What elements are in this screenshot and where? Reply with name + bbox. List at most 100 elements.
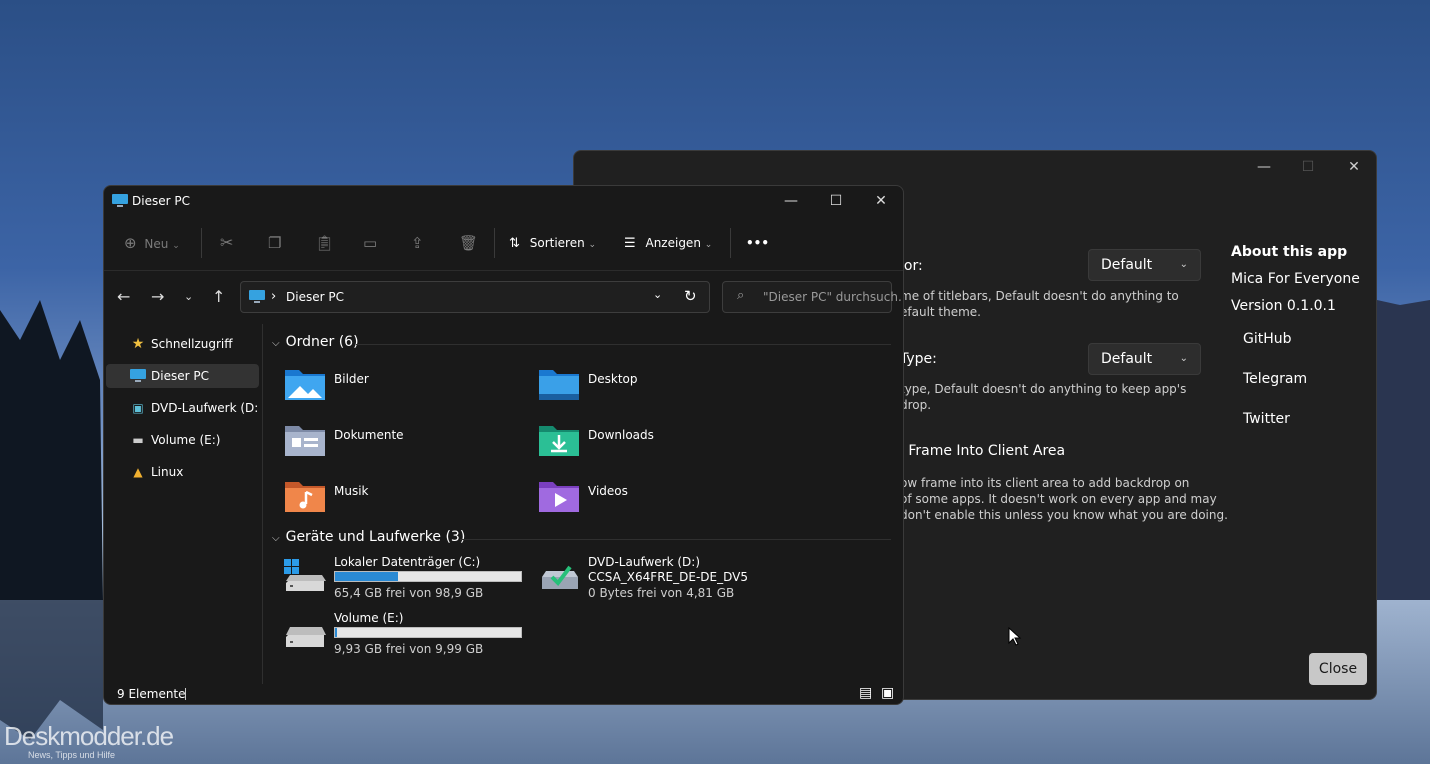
mouse-cursor-icon (1008, 627, 1022, 646)
cut-button[interactable]: ✂ (220, 230, 233, 256)
sidebar-item-label: Schnellzugriff (151, 337, 233, 351)
window-title: Dieser PC (132, 194, 190, 208)
github-link[interactable]: GitHub (1243, 331, 1292, 347)
sort-button[interactable]: ⇅ Sortieren ⌄ (509, 230, 596, 256)
group-header-folders[interactable]: ⌵ Ordner (6) (272, 334, 359, 350)
group-header-drives[interactable]: ⌵ Geräte und Laufwerke (3) (272, 529, 465, 545)
titlebar-color-dropdown[interactable]: Default ⌄ (1088, 249, 1201, 281)
new-button[interactable]: ⊕ Neu ⌄ (124, 230, 180, 256)
folder-item-videos[interactable]: Videos (538, 478, 778, 518)
folder-label: Downloads (588, 428, 654, 442)
sidebar-item-label: DVD-Laufwerk (D:) C (151, 401, 259, 415)
chevron-down-icon: ⌄ (172, 241, 180, 251)
folder-item-downloads[interactable]: Downloads (538, 422, 778, 462)
breadcrumb-item[interactable]: Dieser PC (286, 290, 344, 304)
view-list-icon: ☰ (624, 236, 636, 251)
computer-icon (249, 290, 265, 303)
watermark-site: Deskmodder.de (4, 721, 174, 751)
more-button[interactable]: ••• (746, 230, 769, 256)
file-list-pane: ⌵ Ordner (6) Bilder Desktop Dokumente Do… (264, 324, 900, 684)
twitter-link[interactable]: Twitter (1243, 411, 1290, 427)
sidebar-item-this-pc[interactable]: Dieser PC (106, 364, 259, 388)
close-window-button[interactable]: ✕ (858, 188, 903, 214)
backdrop-type-label: Type: (900, 351, 937, 367)
folder-item-desktop[interactable]: Desktop (538, 366, 778, 406)
group-title: Ordner (6) (285, 334, 359, 350)
sidebar-item-volume-e[interactable]: ▬ Volume (E:) (106, 428, 259, 452)
group-divider (356, 344, 891, 345)
new-label: Neu (144, 237, 169, 251)
drive-item-e[interactable]: Volume (E:) 9,93 GB frei von 9,99 GB (284, 611, 524, 659)
address-bar[interactable]: › Dieser PC ⌄ ↻ (240, 281, 710, 313)
group-divider (460, 539, 891, 540)
folder-label: Videos (588, 484, 628, 498)
search-box[interactable]: ⌕ "Dieser PC" durchsuch... (722, 281, 903, 313)
computer-icon (130, 364, 146, 388)
copy-icon: ❐ (268, 234, 282, 252)
watermark-tagline: News, Tipps und Hilfe (28, 750, 116, 760)
system-drive-icon (284, 559, 326, 591)
back-arrow-icon[interactable]: ← (117, 287, 130, 306)
drive-usage-fill (335, 572, 399, 581)
desc-line: ow frame into its client area to add bac… (900, 476, 1190, 490)
mica-minimize-button[interactable]: — (1242, 155, 1286, 179)
close-button[interactable]: Close (1309, 653, 1367, 685)
app-version: Version 0.1.0.1 (1231, 298, 1336, 314)
sort-arrows-icon: ⇅ (509, 236, 520, 251)
rename-icon: ▭ (363, 234, 378, 252)
desc-line: me of titlebars, Default doesn't do anyt… (900, 289, 1179, 303)
recent-chevron-icon[interactable]: ⌄ (184, 290, 193, 303)
explorer-titlebar[interactable]: Dieser PC — ☐ ✕ (104, 186, 903, 216)
up-arrow-icon[interactable]: ↑ (212, 287, 225, 306)
share-button[interactable]: ⇪ (411, 230, 424, 256)
sidebar-item-dvd-drive[interactable]: ▣ DVD-Laufwerk (D:) C (106, 396, 259, 420)
desc-line: drop. (900, 398, 932, 412)
forward-arrow-icon[interactable]: → (151, 287, 164, 306)
mica-close-window-button[interactable]: ✕ (1332, 155, 1376, 179)
chevron-down-icon: ⌄ (1179, 259, 1188, 270)
mica-maximize-button[interactable]: ☐ (1286, 155, 1330, 179)
extend-frame-desc: ow frame into its client area to add bac… (900, 475, 1230, 523)
drive-usage-bar (334, 627, 522, 638)
copy-button[interactable]: ❐ (268, 230, 281, 256)
details-view-icon[interactable]: ▤ (859, 685, 872, 701)
folder-label: Desktop (588, 372, 638, 386)
drive-item-c[interactable]: Lokaler Datenträger (C:) 65,4 GB frei vo… (284, 555, 524, 603)
pane-divider (262, 324, 263, 684)
drive-usage-bar (334, 571, 522, 582)
drive-free-space: 0 Bytes frei von 4,81 GB (588, 586, 735, 600)
folder-item-documents[interactable]: Dokumente (284, 422, 524, 462)
dvd-icon: ▣ (132, 401, 144, 415)
minimize-button[interactable]: — (768, 188, 814, 214)
telegram-link[interactable]: Telegram (1243, 371, 1307, 387)
delete-button[interactable]: 🗑︎ (459, 230, 478, 256)
desc-line: don't enable this unless you know what y… (900, 508, 1228, 522)
desc-line: type, Default doesn't do anything to kee… (900, 382, 1187, 396)
folder-item-pictures[interactable]: Bilder (284, 366, 524, 406)
rename-button[interactable]: ▭ (363, 230, 377, 256)
toolbar-separator (730, 228, 731, 258)
navigation-bar: ← → ⌄ ↑ › Dieser PC ⌄ ↻ ⌕ "Dieser PC" du… (104, 270, 903, 321)
maximize-button[interactable]: ☐ (813, 188, 859, 214)
clipboard-icon: 📋︎ (315, 234, 335, 252)
chevron-down-icon[interactable]: ⌄ (653, 288, 662, 301)
watermark: Deskmodder.de News, Tipps und Hilfe (4, 721, 174, 760)
paste-button[interactable]: 📋︎ (315, 230, 334, 256)
chevron-down-icon: ⌄ (1179, 353, 1188, 364)
sidebar-item-linux[interactable]: ▲ Linux (106, 460, 259, 484)
group-title: Geräte und Laufwerke (3) (285, 529, 466, 545)
drive-name: Volume (E:) (334, 611, 404, 625)
drive-icon (286, 627, 326, 647)
tiles-view-icon[interactable]: ▣ (881, 685, 894, 701)
scissors-icon: ✂ (220, 233, 234, 252)
drive-item-d[interactable]: DVD-Laufwerk (D:) CCSA_X64FRE_DE-DE_DV5 … (538, 555, 778, 603)
folder-item-music[interactable]: Musik (284, 478, 524, 518)
view-button[interactable]: ☰ Anzeigen ⌄ (624, 230, 712, 256)
backdrop-type-dropdown[interactable]: Default ⌄ (1088, 343, 1201, 375)
linux-penguin-icon: ▲ (133, 465, 143, 479)
folder-label: Musik (334, 484, 369, 498)
sort-label: Sortieren (529, 236, 585, 250)
refresh-icon[interactable]: ↻ (684, 287, 697, 305)
drive-usage-fill (335, 628, 337, 637)
sidebar-item-quick-access[interactable]: ★ Schnellzugriff (106, 332, 259, 356)
